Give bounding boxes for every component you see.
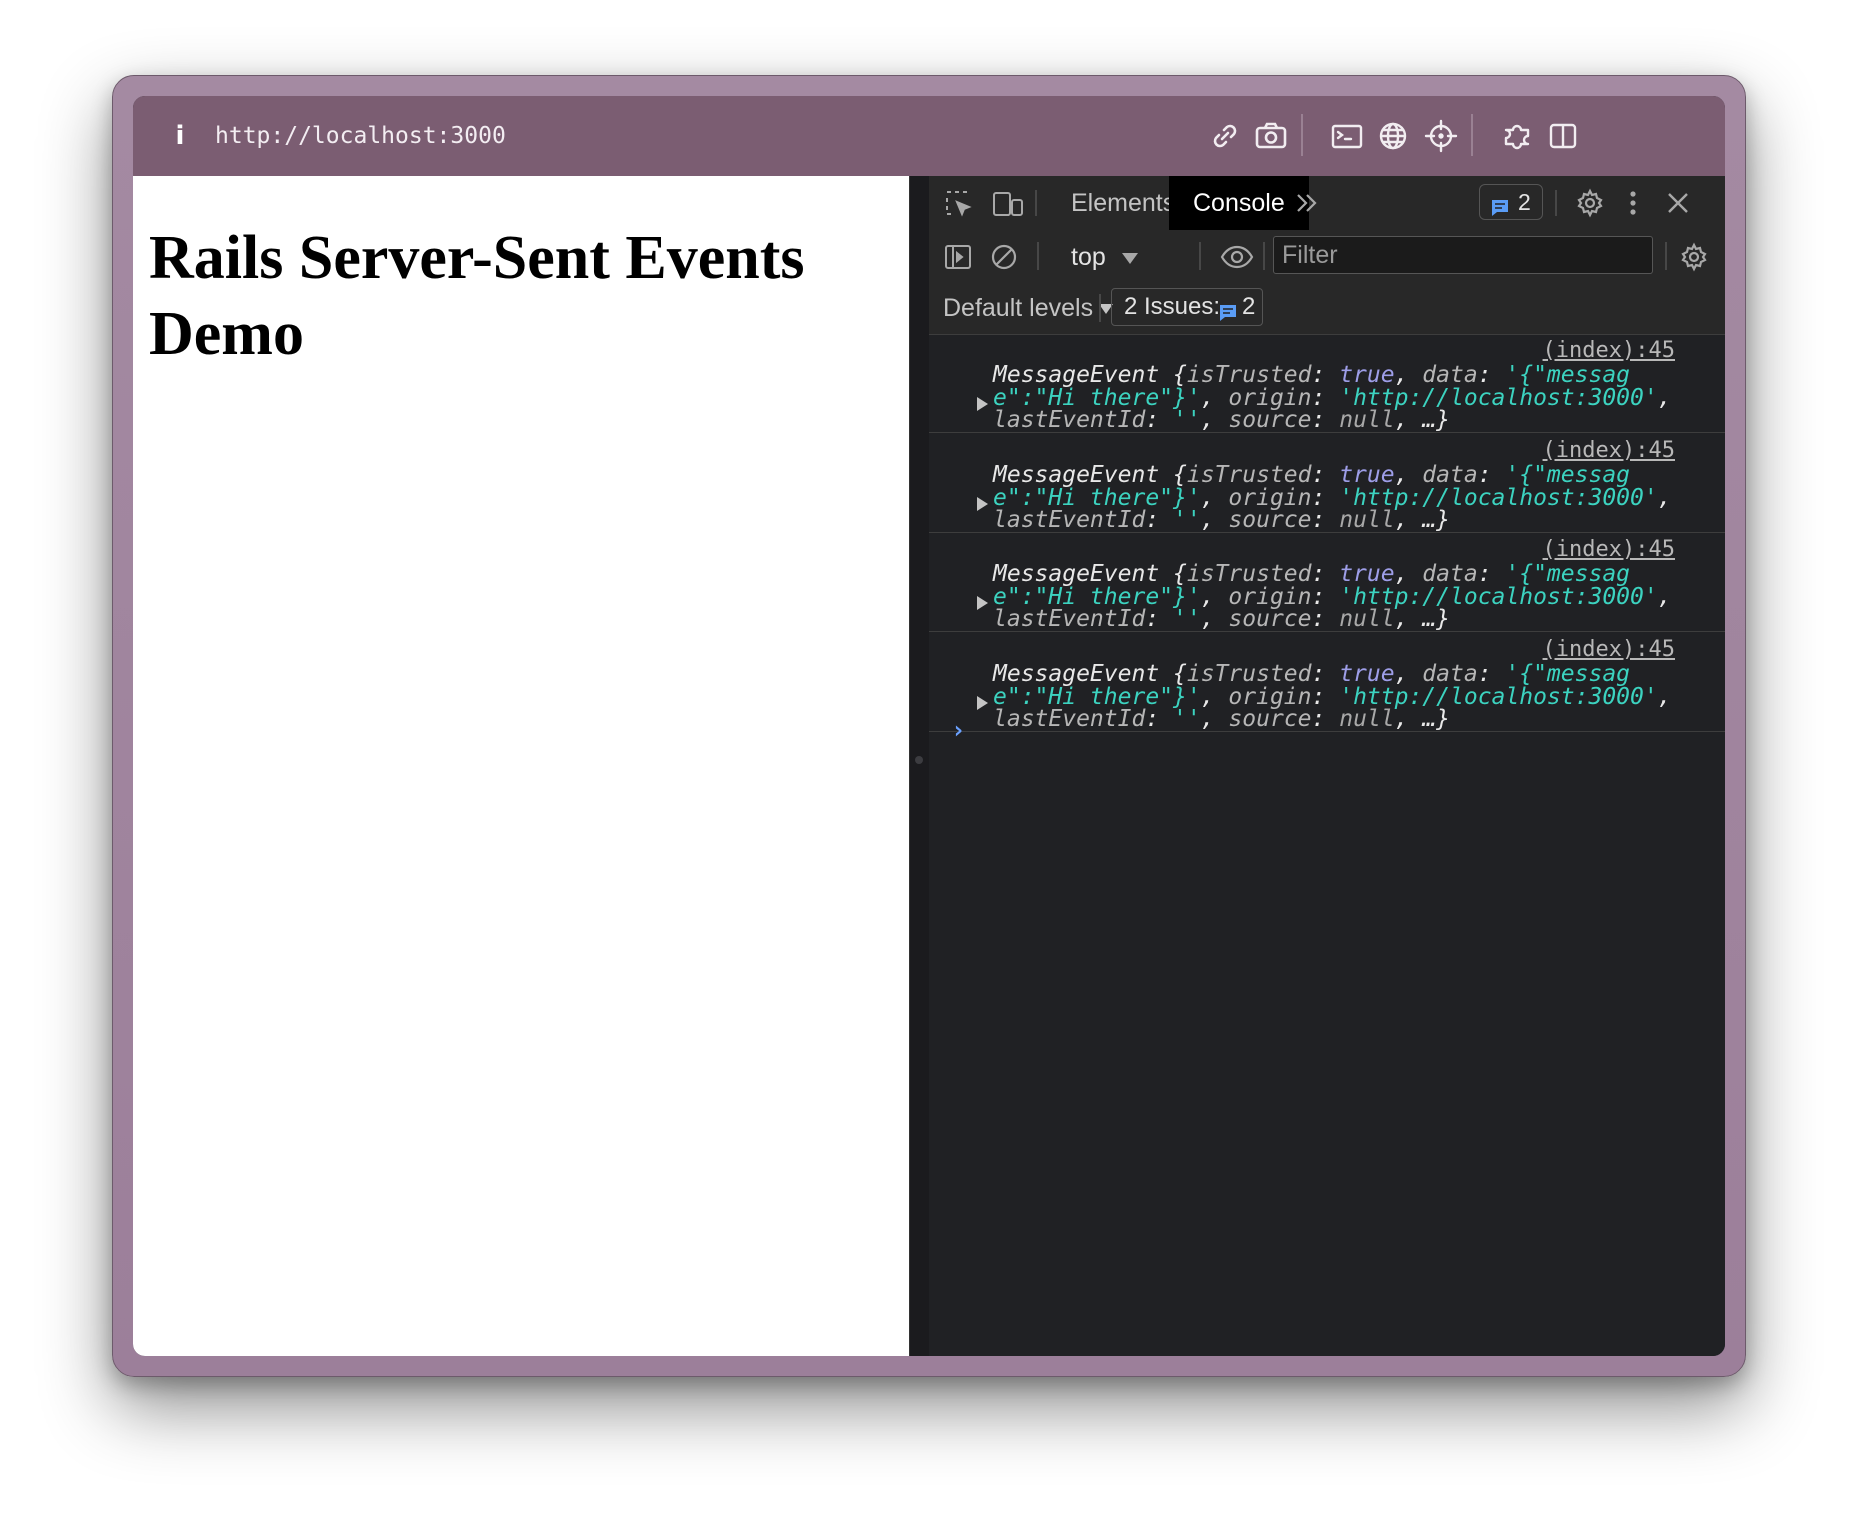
expand-triangle-icon[interactable] — [977, 397, 988, 411]
chevron-double-right-icon[interactable] — [1293, 190, 1321, 216]
expand-triangle-icon[interactable] — [977, 596, 988, 610]
console-log-entry[interactable]: (index):45 MessageEvent {isTrusted: true… — [929, 633, 1725, 732]
log-source-link[interactable]: (index):45 — [1543, 338, 1675, 364]
log-line: lastEventId: '', source: null, …} — [993, 705, 1451, 732]
browser-toolbar: i http://localhost:3000 — [133, 96, 1725, 176]
tab-divider — [1555, 190, 1557, 216]
chevron-down-icon — [1121, 252, 1138, 264]
message-icon — [1218, 298, 1238, 334]
log-source-link[interactable]: (index):45 — [1543, 537, 1675, 563]
panel-splitter[interactable] — [909, 176, 930, 1356]
issues-button[interactable]: 2 Issues: 2 — [1111, 288, 1263, 326]
eye-icon[interactable] — [1219, 243, 1255, 271]
console-log-entry[interactable]: (index):45 MessageEvent {isTrusted: true… — [929, 334, 1725, 433]
expand-triangle-icon[interactable] — [977, 496, 988, 511]
toolbar-divider — [1099, 294, 1101, 322]
console-prompt[interactable]: › — [951, 716, 965, 744]
log-levels-dropdown[interactable]: Default levels — [943, 292, 1114, 324]
sidebar-toggle-icon[interactable] — [943, 242, 973, 272]
toolbar-divider — [1037, 242, 1039, 270]
puzzle-icon[interactable] — [1497, 116, 1537, 156]
gear-icon[interactable] — [1575, 188, 1605, 218]
issues-count: 2 — [1242, 293, 1256, 320]
devtools-panel: Elements Console 2 top Filter Default le… — [929, 176, 1725, 1356]
message-icon — [1490, 193, 1510, 227]
info-icon[interactable]: i — [169, 120, 191, 152]
toolbar-divider — [1665, 242, 1667, 270]
clear-console-icon[interactable] — [989, 242, 1019, 272]
tab-console[interactable]: Console — [1169, 176, 1309, 230]
log-levels-label: Default levels — [943, 294, 1094, 322]
log-line: lastEventId: '', source: null, …} — [993, 506, 1451, 533]
crosshair-icon[interactable] — [1421, 116, 1461, 156]
console-toolbar: top — [929, 230, 1725, 284]
devtools-tabbar: Elements Console 2 — [929, 176, 1725, 231]
split-view-icon[interactable] — [1543, 116, 1583, 156]
web-page: Rails Server-Sent Events Demo — [133, 176, 909, 1356]
issues-label: 2 Issues: — [1124, 293, 1221, 320]
console-log-entry[interactable]: (index):45 MessageEvent {isTrusted: true… — [929, 434, 1725, 533]
expand-triangle-icon[interactable] — [977, 695, 988, 710]
toolbar-divider — [1263, 242, 1265, 270]
log-line: lastEventId: '', source: null, …} — [993, 407, 1451, 433]
window-frame: i http://localhost:3000 Rails Server-Sen… — [112, 75, 1746, 1377]
toolbar-divider — [1199, 242, 1201, 270]
close-icon[interactable] — [1665, 190, 1691, 216]
page-heading: Rails Server-Sent Events Demo — [149, 224, 805, 368]
console-log-entry[interactable]: (index):45 MessageEvent {isTrusted: true… — [929, 533, 1725, 632]
filter-input[interactable] — [1273, 236, 1653, 274]
toolbar-divider — [1301, 114, 1303, 156]
splitter-handle[interactable] — [915, 756, 923, 764]
console-levels-bar: Default levels 2 Issues: 2 — [929, 284, 1725, 335]
browser-window: i http://localhost:3000 Rails Server-Sen… — [133, 96, 1725, 1356]
toolbar-divider — [1471, 114, 1473, 156]
camera-icon[interactable] — [1251, 116, 1291, 156]
log-source-link[interactable]: (index):45 — [1543, 438, 1675, 464]
log-line: lastEventId: '', source: null, …} — [993, 606, 1451, 632]
context-value: top — [1071, 243, 1106, 271]
link-icon[interactable] — [1205, 116, 1245, 156]
globe-icon[interactable] — [1373, 116, 1413, 156]
tab-divider — [1035, 190, 1037, 216]
inspect-element-icon[interactable] — [943, 188, 975, 220]
context-selector[interactable]: top — [1071, 242, 1138, 272]
console-settings-gear-icon[interactable] — [1679, 242, 1709, 272]
terminal-icon[interactable] — [1327, 116, 1367, 156]
issues-badge-count: 2 — [1518, 189, 1531, 215]
device-toolbar-icon[interactable] — [991, 188, 1025, 220]
kebab-menu-icon[interactable] — [1627, 188, 1639, 218]
address-bar[interactable]: http://localhost:3000 — [215, 121, 506, 151]
issues-badge[interactable]: 2 — [1479, 184, 1543, 220]
log-source-link[interactable]: (index):45 — [1543, 637, 1675, 663]
